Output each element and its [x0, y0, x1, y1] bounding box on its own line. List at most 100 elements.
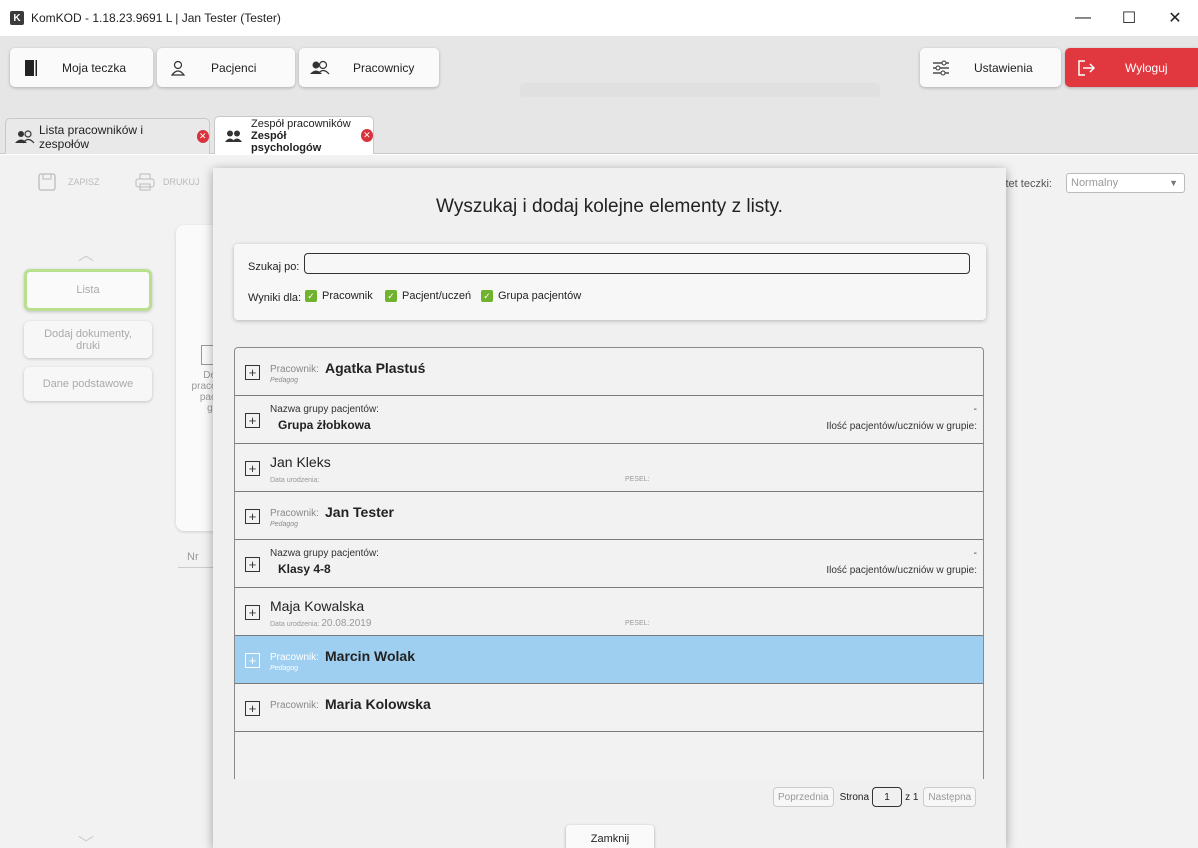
result-name: Jan Kleks — [270, 454, 331, 470]
people-icon — [15, 129, 35, 144]
result-name: Marcin Wolak — [325, 648, 415, 664]
employees-button[interactable]: Pracownicy — [299, 48, 439, 87]
result-group-count: - — [973, 548, 977, 559]
result-role: Pedagog — [270, 665, 299, 672]
page-number-input[interactable]: 1 — [872, 787, 903, 807]
window-controls: — ☐ ✕ — [1060, 0, 1198, 36]
filter-group-checkbox[interactable]: ✓ Grupa pacjentów — [481, 290, 581, 302]
plus-icon[interactable]: + — [245, 557, 260, 572]
tab-psychologists-team[interactable]: Zespół pracowników Zespół psychologów ✕ — [214, 116, 374, 154]
close-tab-icon[interactable]: ✕ — [196, 130, 209, 143]
checkmark-icon: ✓ — [385, 290, 397, 302]
close-window-button[interactable]: ✕ — [1152, 0, 1198, 36]
result-dob: Data urodzenia: 20.08.2019 — [270, 618, 372, 629]
save-icon — [38, 173, 56, 191]
tab-employees-list[interactable]: Lista pracowników i zespołów ✕ — [5, 118, 210, 154]
sliders-icon — [930, 60, 952, 76]
save-button[interactable]: ZAPISZ — [38, 173, 100, 191]
window-titlebar: K KomKOD - 1.18.23.9691 L | Jan Tester (… — [0, 0, 1198, 36]
result-group-label: Nazwa grupy pacjentów: — [270, 548, 379, 559]
settings-label: Ustawienia — [974, 60, 1033, 75]
background-fragment-text: De pracc pac gr — [191, 370, 216, 414]
result-row[interactable]: + Maja Kowalska Data urodzenia: 20.08.20… — [235, 588, 983, 636]
result-row[interactable]: + Nazwa grupy pacjentów: Grupa żłobkowa … — [235, 396, 983, 444]
person-icon — [167, 60, 189, 76]
close-dialog-button[interactable]: Zamknij — [566, 825, 654, 848]
plus-icon[interactable]: + — [245, 605, 260, 620]
logout-button[interactable]: Wyloguj — [1065, 48, 1198, 87]
settings-button[interactable]: Ustawienia — [920, 48, 1061, 87]
plus-icon[interactable]: + — [245, 701, 260, 716]
people-icon — [225, 130, 243, 142]
search-label: Szukaj po: — [248, 261, 300, 273]
result-row[interactable]: + Nazwa grupy pacjentów: Klasy 4-8 - Ilo… — [235, 540, 983, 588]
result-dob: Data urodzenia: — [270, 477, 320, 484]
plus-icon[interactable]: + — [245, 653, 260, 668]
result-name: Jan Tester — [325, 504, 394, 520]
filter-patient-label: Pacjent/uczeń — [402, 290, 472, 302]
plus-icon[interactable]: + — [245, 509, 260, 524]
result-name: Agatka Plastuś — [325, 360, 426, 376]
result-name: Grupa żłobkowa — [278, 418, 371, 432]
result-row[interactable]: + Pracownik: Jan Tester Pedagog — [235, 492, 983, 540]
print-button[interactable]: DRUKUJ — [135, 173, 200, 191]
result-group-count-label: Ilość pacjentów/uczniów w grupie: — [826, 421, 977, 432]
priority-label: ytet teczki: — [1000, 178, 1052, 190]
chevron-up-icon[interactable]: ︿ — [78, 241, 94, 265]
app-logo-icon: K — [10, 11, 24, 25]
document-tabs: Lista pracowników i zespołów ✕ Zespół pr… — [0, 100, 1198, 154]
result-pesel-label: PESEL: — [625, 620, 650, 627]
patients-label: Pacjenci — [211, 60, 257, 75]
results-for-label: Wyniki dla: — [248, 292, 302, 304]
side-item-list[interactable]: Lista — [24, 269, 152, 311]
my-folder-button[interactable]: Moja teczka — [10, 48, 153, 87]
people-icon — [309, 60, 331, 76]
filter-patient-checkbox[interactable]: ✓ Pacjent/uczeń — [385, 290, 471, 302]
result-row[interactable]: + Pracownik: Agatka Plastuś Pedagog — [235, 348, 983, 396]
my-folder-label: Moja teczka — [62, 60, 127, 75]
previous-page-button[interactable]: Poprzednia — [773, 787, 834, 807]
result-role: Pedagog — [270, 521, 299, 528]
tab-label-line2: Zespół psychologów — [251, 129, 322, 154]
print-label: DRUKUJ — [163, 177, 200, 187]
filter-employee-checkbox[interactable]: ✓ Pracownik — [305, 290, 373, 302]
result-name: Maja Kowalska — [270, 598, 365, 614]
search-add-dialog: Wyszukaj i dodaj kolejne elementy z list… — [213, 168, 1006, 848]
results-list: + Pracownik: Agatka Plastuś Pedagog + Na… — [234, 347, 984, 779]
priority-value: Normalny — [1071, 177, 1119, 189]
logout-label: Wyloguj — [1125, 60, 1168, 75]
result-row[interactable]: + Pracownik: Maria Kolowska — [235, 684, 983, 732]
close-tab-icon[interactable]: ✕ — [360, 129, 373, 142]
chevron-down-icon[interactable]: ﹀ — [78, 830, 94, 848]
divider — [178, 567, 214, 568]
result-group-count: - — [973, 404, 977, 415]
nr-column-header: Nr — [187, 551, 199, 563]
search-input[interactable] — [304, 253, 970, 274]
plus-icon[interactable]: + — [245, 461, 260, 476]
result-pesel-label: PESEL: — [625, 476, 650, 483]
employees-label: Pracownicy — [353, 60, 415, 75]
side-item-basic-data[interactable]: Dane podstawowe — [24, 367, 152, 401]
checkmark-icon: ✓ — [481, 290, 493, 302]
result-row[interactable]: + Jan Kleks Data urodzenia: PESEL: — [235, 444, 983, 492]
result-role: Pedagog — [270, 377, 299, 384]
side-item-add-documents[interactable]: Dodaj dokumenty, druki — [24, 321, 152, 358]
result-name: Klasy 4-8 — [278, 562, 331, 576]
result-group-label: Nazwa grupy pacjentów: — [270, 404, 379, 415]
result-kind-label: Pracownik: — [270, 508, 319, 519]
priority-select[interactable]: Normalny ▼ — [1066, 173, 1185, 193]
page-count-label: z 1 — [905, 791, 919, 803]
plus-icon[interactable]: + — [245, 413, 260, 428]
plus-icon[interactable]: + — [245, 365, 260, 380]
maximize-button[interactable]: ☐ — [1106, 0, 1152, 36]
next-page-button[interactable]: Następna — [923, 787, 977, 807]
dialog-title: Wyszukaj i dodaj kolejne elementy z list… — [436, 196, 783, 217]
patients-button[interactable]: Pacjenci — [157, 48, 295, 87]
page-label: Strona — [839, 791, 870, 803]
result-kind-label: Pracownik: — [270, 364, 319, 375]
minimize-button[interactable]: — — [1060, 0, 1106, 36]
result-row-selected[interactable]: + Pracownik: Marcin Wolak Pedagog — [235, 636, 983, 684]
book-icon — [20, 59, 42, 76]
background-card: De pracc pac gr — [176, 225, 221, 531]
tab-label: Lista pracowników i zespołów — [39, 122, 144, 151]
